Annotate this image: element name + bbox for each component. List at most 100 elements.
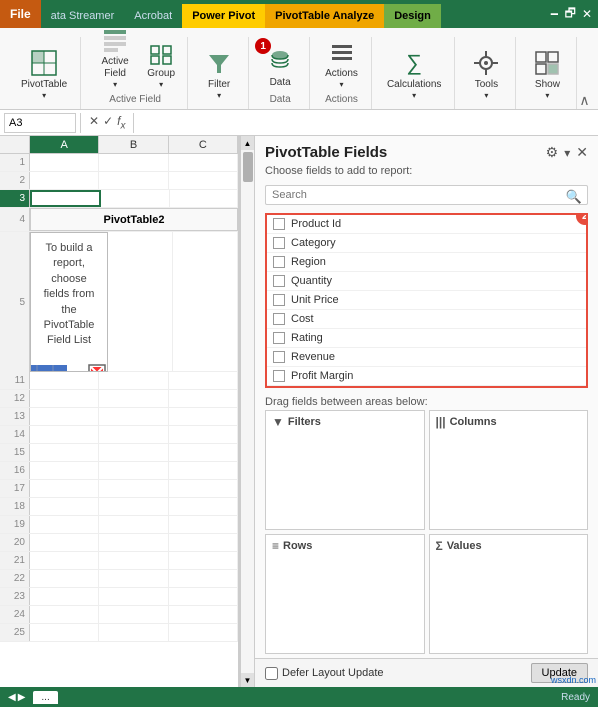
- ribbon-group-actions: Actions ▾ Actions: [312, 37, 372, 109]
- table-row: 14: [0, 426, 238, 444]
- cell-a3[interactable]: [30, 190, 101, 207]
- maximize-icon[interactable]: 🗗: [565, 4, 576, 25]
- field-checkbox-category[interactable]: [273, 237, 285, 249]
- table-row: 4 PivotTable2: [0, 208, 238, 232]
- tools-button[interactable]: Tools ▾: [465, 44, 507, 103]
- table-row: 3: [0, 190, 238, 208]
- active-field-button[interactable]: Active Field ▾: [91, 21, 139, 92]
- field-checkbox-unit-price[interactable]: [273, 294, 285, 306]
- group-button[interactable]: Group ▾: [143, 33, 179, 92]
- panel-close-icon[interactable]: ✕: [576, 144, 588, 161]
- tab-pivottable-analyze[interactable]: PivotTable Analyze: [265, 4, 384, 28]
- defer-label[interactable]: Defer Layout Update: [265, 667, 384, 680]
- list-item[interactable]: Revenue: [267, 348, 586, 367]
- pivottable-button[interactable]: PivotTable ▾: [16, 44, 72, 103]
- bottom-bar: ◀ ▶ ... Ready: [0, 687, 598, 707]
- tab-power-pivot[interactable]: Power Pivot: [182, 4, 265, 28]
- cell-c2[interactable]: [169, 172, 238, 189]
- filter-button[interactable]: Filter ▾: [198, 44, 240, 103]
- table-row: 20: [0, 534, 238, 552]
- insert-function-icon[interactable]: fx: [117, 114, 125, 131]
- table-row: 23: [0, 588, 238, 606]
- actions-group-label: Actions: [325, 94, 358, 105]
- table-row: 12: [0, 390, 238, 408]
- columns-area[interactable]: ||| Columns: [429, 410, 589, 530]
- cell-b1[interactable]: [99, 154, 168, 171]
- list-item[interactable]: Product Id: [267, 215, 586, 234]
- sheet-next-icon[interactable]: ▶: [18, 692, 26, 703]
- table-row: 2: [0, 172, 238, 190]
- list-item[interactable]: Rating: [267, 329, 586, 348]
- list-item[interactable]: Unit Price: [267, 291, 586, 310]
- panel-settings-icon[interactable]: ⚙: [546, 144, 559, 161]
- cell-c5[interactable]: [173, 232, 238, 372]
- col-header-a[interactable]: A: [30, 136, 99, 153]
- ribbon-group-filter: Filter ▾: [190, 37, 249, 109]
- ribbon: PivotTable ▾ Active Field ▾: [0, 28, 598, 110]
- scroll-thumb[interactable]: [243, 152, 253, 182]
- table-row: 5 To build a report, choose fields from …: [0, 232, 238, 372]
- close-icon[interactable]: ✕: [582, 7, 592, 21]
- col-header-c[interactable]: C: [169, 136, 238, 153]
- list-item[interactable]: Category: [267, 234, 586, 253]
- field-checkbox-revenue[interactable]: [273, 351, 285, 363]
- panel-footer: Defer Layout Update Update: [255, 658, 598, 687]
- cell-b2[interactable]: [99, 172, 168, 189]
- field-checkbox-profit-margin[interactable]: [273, 370, 285, 382]
- filters-area[interactable]: ▼ Filters: [265, 410, 425, 530]
- cell-a1[interactable]: [30, 154, 99, 171]
- confirm-formula-icon[interactable]: ✓: [103, 114, 113, 131]
- cell-a2[interactable]: [30, 172, 99, 189]
- table-row: 13: [0, 408, 238, 426]
- actions-button[interactable]: Actions ▾: [320, 33, 363, 92]
- formula-bar: ✕ ✓ fx: [0, 110, 598, 136]
- scroll-up-btn[interactable]: ▲: [241, 136, 254, 150]
- list-item[interactable]: Profit Margin: [267, 367, 586, 386]
- scroll-down-btn[interactable]: ▼: [241, 673, 254, 687]
- minimize-icon[interactable]: 🗕: [550, 4, 559, 25]
- pivot-message-area[interactable]: To build a report, choose fields from th…: [30, 232, 108, 372]
- field-checkbox-rating[interactable]: [273, 332, 285, 344]
- field-checkbox-region[interactable]: [273, 256, 285, 268]
- field-checkbox-product-id[interactable]: [273, 218, 285, 230]
- table-row: 1: [0, 154, 238, 172]
- formula-input[interactable]: [138, 115, 594, 131]
- panel-header-icons: ⚙ ▾ ✕: [546, 144, 588, 161]
- rows-area[interactable]: ≡ Rows: [265, 534, 425, 654]
- search-input[interactable]: [265, 185, 588, 205]
- ribbon-group-pivottable: PivotTable ▾: [8, 37, 81, 109]
- cell-a4[interactable]: PivotTable2: [30, 208, 238, 231]
- cell-c3[interactable]: [170, 190, 238, 207]
- cell-c1[interactable]: [169, 154, 238, 171]
- calculations-button[interactable]: ∑ Calculations ▾: [382, 44, 446, 103]
- spreadsheet-vscroll[interactable]: ▲ ▼: [240, 136, 254, 687]
- col-header-b[interactable]: B: [99, 136, 168, 153]
- group-icon: [145, 36, 177, 68]
- values-drag-icon: Σ: [436, 539, 443, 553]
- actions-label: Actions: [325, 68, 358, 80]
- cell-b5[interactable]: [108, 232, 173, 372]
- main-area: A B C 1 2 3: [0, 136, 598, 687]
- list-item[interactable]: Cost: [267, 310, 586, 329]
- ribbon-collapse-icon[interactable]: ∧: [579, 92, 589, 109]
- formula-divider: [80, 113, 81, 133]
- field-checkbox-cost[interactable]: [273, 313, 285, 325]
- cancel-formula-icon[interactable]: ✕: [89, 114, 99, 131]
- cell-b3[interactable]: [101, 190, 169, 207]
- sheet-tab[interactable]: ...: [33, 691, 57, 704]
- scroll-track[interactable]: [241, 150, 254, 673]
- tab-design[interactable]: Design: [384, 4, 441, 28]
- defer-checkbox[interactable]: [265, 667, 278, 680]
- filter-drag-icon: ▼: [272, 415, 284, 429]
- show-button[interactable]: Show ▾: [526, 44, 568, 103]
- field-checkbox-quantity[interactable]: [273, 275, 285, 287]
- panel-dropdown-icon[interactable]: ▾: [564, 146, 570, 160]
- filter-icon: [203, 47, 235, 79]
- list-item[interactable]: Quantity: [267, 272, 586, 291]
- file-button[interactable]: File: [0, 0, 41, 28]
- list-item[interactable]: Region: [267, 253, 586, 272]
- values-area[interactable]: Σ Values: [429, 534, 589, 654]
- sheet-prev-icon[interactable]: ◀: [8, 692, 16, 703]
- ribbon-group-show: Show ▾: [518, 37, 577, 109]
- name-box[interactable]: [4, 113, 76, 133]
